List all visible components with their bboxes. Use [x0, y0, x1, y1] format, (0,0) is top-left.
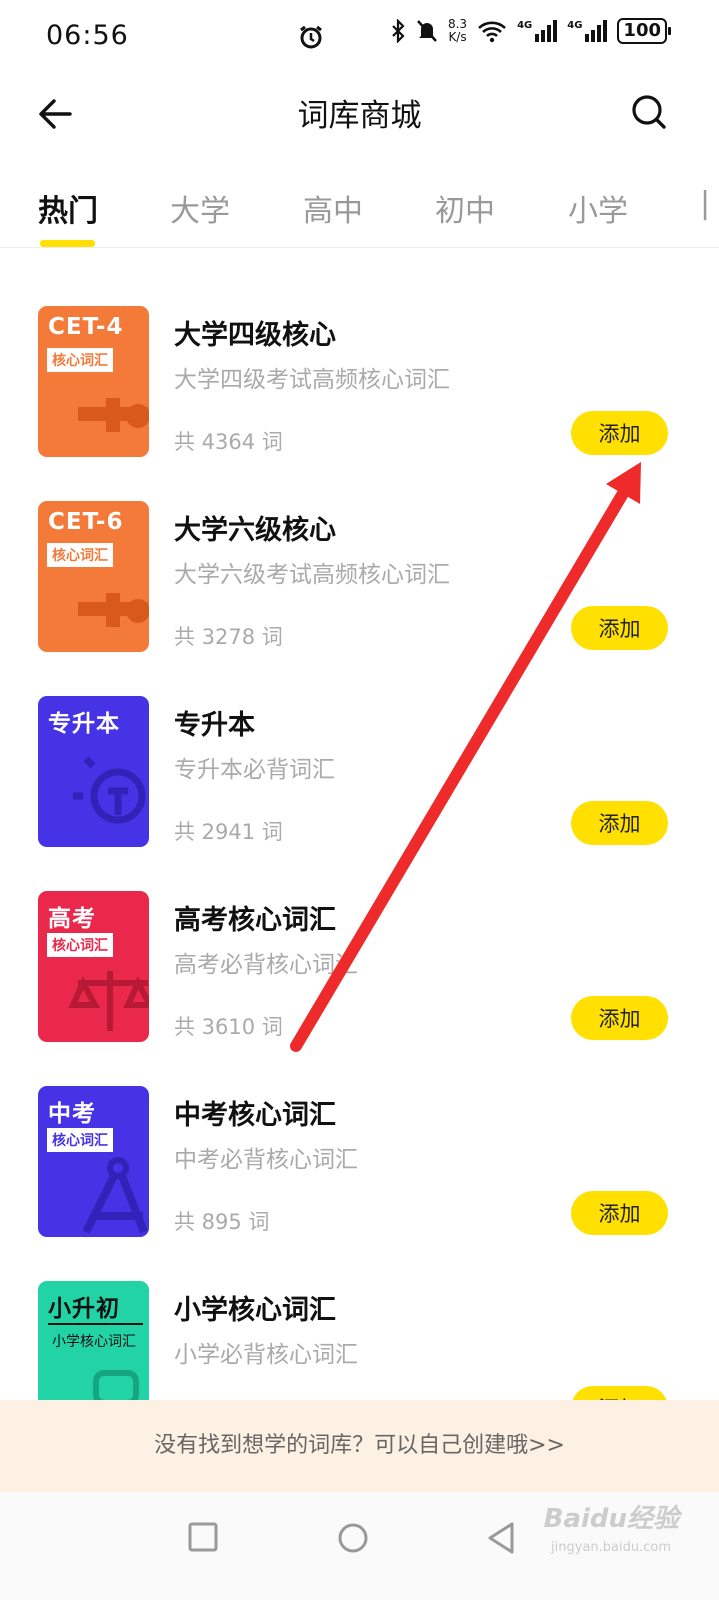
- net-speed: 8.3 K/s: [448, 18, 467, 44]
- cover-tag: 小学核心词汇: [52, 1334, 136, 1350]
- book-description: 大学六级考试高频核心词汇: [174, 562, 450, 588]
- tab-more-partial[interactable]: |: [700, 186, 710, 221]
- watermark-logo: Baidu经验: [543, 1504, 679, 1534]
- book-description: 大学四级考试高频核心词汇: [174, 367, 450, 393]
- wordbook-list: CET-4 核心词汇 大学四级核心 大学四级考试高频核心词汇 共 4364 词 …: [0, 250, 719, 1400]
- book-cover[interactable]: 专升本: [38, 696, 149, 847]
- status-bar: 06:56 8.3 K/s 4G 4G 100: [0, 0, 719, 76]
- create-wordbook-banner[interactable]: 没有找到想学的词库？可以自己创建哦>>: [0, 1400, 719, 1492]
- book-description: 高考必背核心词汇: [174, 952, 358, 978]
- book-description: 专升本必背词汇: [174, 757, 335, 783]
- add-button[interactable]: 添加: [571, 1386, 668, 1400]
- book-cover[interactable]: 高考 核心词汇: [38, 891, 149, 1042]
- cover-tag: 核心词汇: [47, 543, 113, 567]
- cover-title: 中考: [48, 1101, 96, 1127]
- cell-signal-2-label: 4G: [567, 20, 583, 31]
- book-name[interactable]: 大学四级核心: [174, 313, 336, 352]
- page-title: 词库商城: [297, 98, 422, 134]
- net-speed-value: 8.3: [447, 17, 468, 31]
- book-description: 小学必背核心词汇: [174, 1342, 358, 1368]
- tab-university[interactable]: 大学: [170, 186, 230, 230]
- cover-tag: 核心词汇: [47, 348, 113, 372]
- tab-high-school[interactable]: 高中: [303, 186, 363, 230]
- watermark-url: jingyan.baidu.com: [551, 1540, 671, 1555]
- system-icons: 8.3 K/s 4G 4G 100: [390, 18, 671, 44]
- book-name[interactable]: 高考核心词汇: [174, 898, 336, 937]
- battery-indicator: 100: [617, 18, 671, 44]
- cell-signal-2-icon: 4G: [567, 20, 608, 42]
- list-item: 中考 核心词汇 中考核心词汇 中考必背核心词汇 共 895 词 添加: [0, 1030, 719, 1237]
- recent-apps-icon[interactable]: [188, 1522, 218, 1552]
- book-cover[interactable]: 中考 核心词汇: [38, 1086, 149, 1237]
- cover-title: 小升初: [48, 1296, 120, 1322]
- book-cover[interactable]: CET-6 核心词汇: [38, 501, 149, 652]
- cover-title: CET-4: [48, 314, 124, 340]
- list-item: 高考 核心词汇 高考核心词汇 高考必背核心词汇 共 3610 词 添加: [0, 835, 719, 1042]
- book-name[interactable]: 小学核心词汇: [174, 1288, 336, 1327]
- list-item: 专升本 专升本 专升本必背词汇 共 2941 词 添加: [0, 640, 719, 847]
- status-time: 06:56: [46, 20, 129, 51]
- book-name[interactable]: 中考核心词汇: [174, 1093, 336, 1132]
- bluetooth-icon: [392, 19, 405, 43]
- cell-signal-1-icon: 4G: [517, 20, 558, 42]
- mute-bell-icon: [417, 20, 437, 42]
- cell-signal-1-label: 4G: [517, 20, 533, 31]
- book-name[interactable]: 大学六级核心: [174, 508, 336, 547]
- list-item: CET-4 核心词汇 大学四级核心 大学四级考试高频核心词汇 共 4364 词 …: [0, 250, 719, 457]
- book-cover[interactable]: CET-4 核心词汇: [38, 306, 149, 457]
- alarm-icon: [300, 25, 322, 49]
- tab-primary-school[interactable]: 小学: [568, 186, 628, 230]
- cover-title: CET-6: [48, 509, 124, 535]
- cover-title: 专升本: [48, 711, 120, 737]
- list-item: 小升初 小学核心词汇 小学核心词汇 小学必背核心词汇 添加: [0, 1225, 719, 1400]
- app-header: 词库商城: [0, 76, 719, 152]
- list-item: CET-6 核心词汇 大学六级核心 大学六级考试高频核心词汇 共 3278 词 …: [0, 445, 719, 652]
- wifi-icon: [478, 21, 506, 43]
- tab-hot[interactable]: 热门: [38, 186, 98, 230]
- cover-tag: 核心词汇: [47, 933, 113, 957]
- home-icon[interactable]: [337, 1522, 369, 1554]
- book-description: 中考必背核心词汇: [174, 1147, 358, 1173]
- cover-tag: 核心词汇: [47, 1128, 113, 1152]
- tab-middle-school[interactable]: 初中: [435, 186, 495, 230]
- book-cover[interactable]: 小升初 小学核心词汇: [38, 1281, 149, 1400]
- net-speed-unit: K/s: [448, 30, 467, 44]
- active-tab-indicator: [40, 240, 95, 247]
- cover-title: 高考: [48, 906, 96, 932]
- search-icon[interactable]: [629, 92, 669, 132]
- back-nav-icon[interactable]: [486, 1522, 516, 1554]
- category-tabs: 热门 大学 高中 初中 小学 |: [0, 176, 719, 248]
- book-name[interactable]: 专升本: [174, 703, 255, 742]
